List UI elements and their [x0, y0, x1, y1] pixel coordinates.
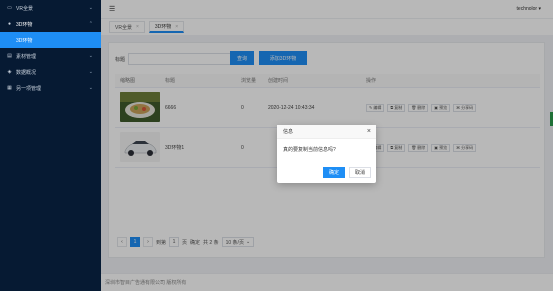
chevron-down-icon: ⌄	[88, 5, 93, 11]
cube-icon: ●	[7, 21, 12, 27]
dialog-footer: 确定 取消	[322, 167, 371, 178]
dialog-message: 真的要复制当前信息吗?	[283, 147, 336, 153]
sidebar-item-label: 3D环物	[16, 37, 33, 44]
sidebar: ▭ VR全景 ⌄ ● 3D环物 ⌃ 3D环物 ▤ 素材管理 ⌄ ◈ 数据概况 ⌄…	[0, 0, 101, 291]
cancel-button[interactable]: 取消	[348, 167, 371, 178]
sidebar-item-vr[interactable]: ▭ VR全景 ⌄	[0, 0, 101, 16]
folder-icon: ▤	[7, 53, 12, 59]
dialog-title: 信息	[283, 129, 294, 135]
sidebar-item-label: 另一项管理	[16, 85, 42, 92]
chart-icon: ◈	[7, 69, 12, 75]
sidebar-item-data[interactable]: ◈ 数据概况 ⌄	[0, 64, 101, 80]
chevron-down-icon: ⌄	[88, 69, 93, 75]
chevron-up-icon: ⌃	[88, 21, 93, 27]
list-icon: ▦	[7, 85, 12, 91]
close-icon[interactable]: ×	[367, 128, 371, 136]
sidebar-item-label: 3D环物	[16, 21, 33, 28]
dialog-header: 信息	[277, 125, 376, 139]
sidebar-item-label: 数据概况	[16, 69, 37, 76]
sidebar-item-label: 素材管理	[16, 53, 37, 60]
chevron-down-icon: ⌄	[88, 85, 93, 91]
sidebar-subitem-3d[interactable]: 3D环物	[0, 32, 101, 48]
chevron-down-icon: ⌄	[88, 53, 93, 59]
sidebar-item-label: VR全景	[16, 5, 33, 12]
vr-icon: ▭	[7, 5, 12, 11]
sidebar-item-other[interactable]: ▦ 另一项管理 ⌄	[0, 80, 101, 96]
sidebar-item-materials[interactable]: ▤ 素材管理 ⌄	[0, 48, 101, 64]
sidebar-item-3d[interactable]: ● 3D环物 ⌃	[0, 16, 101, 32]
confirm-dialog: 信息 × 真的要复制当前信息吗? 确定 取消	[277, 125, 376, 183]
confirm-button[interactable]: 确定	[322, 167, 345, 178]
